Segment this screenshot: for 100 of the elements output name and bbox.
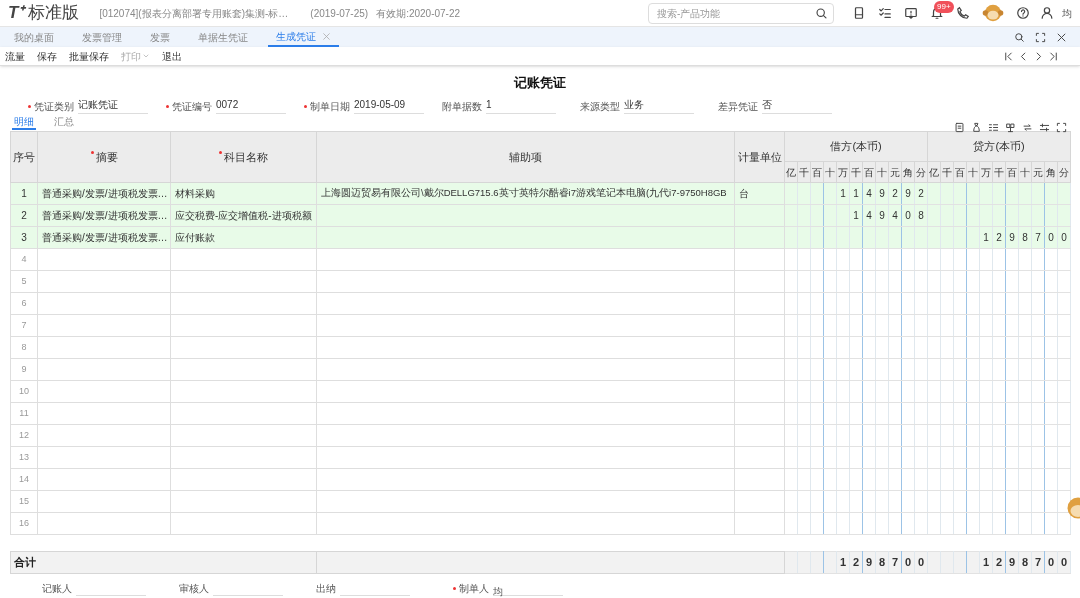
- row-number: 3: [10, 226, 38, 249]
- close-icon[interactable]: [1056, 31, 1067, 43]
- search-icon[interactable]: [1014, 31, 1025, 43]
- amount-digit: 7: [1031, 226, 1045, 249]
- amount-digit: 1: [979, 226, 993, 249]
- amount-digit: 1: [979, 551, 993, 574]
- total-label: 合计: [10, 551, 317, 574]
- table-cell: 材料采购: [170, 182, 317, 205]
- row-number: 15: [10, 490, 38, 513]
- adjust-icon[interactable]: [1039, 121, 1050, 133]
- amount-digit: 7: [1031, 551, 1045, 574]
- help-icon[interactable]: [1016, 6, 1030, 20]
- tab[interactable]: 单据生凭证: [190, 27, 256, 47]
- notification-badge: 99+: [934, 1, 954, 13]
- column-header: 序号: [10, 131, 38, 183]
- monkey-avatar-icon[interactable]: [982, 2, 1004, 24]
- sub-tab[interactable]: 明细: [12, 114, 36, 130]
- tab[interactable]: 发票: [142, 27, 178, 47]
- table-cell: 应交税费-应交增值税-进项税额: [170, 204, 317, 227]
- tablet-icon[interactable]: [852, 6, 866, 20]
- amount-digit: 2: [992, 551, 1006, 574]
- row-number: 7: [10, 314, 38, 337]
- input-field[interactable]: 记账凭证: [78, 97, 148, 114]
- input-field[interactable]: 业务: [624, 97, 694, 114]
- table-cell: 应付账款: [170, 226, 317, 249]
- sub-tab[interactable]: 汇总: [52, 114, 76, 130]
- input-field[interactable]: 0072: [216, 97, 286, 114]
- column-header: 计量单位: [734, 131, 785, 183]
- amount-digit: 0: [1057, 551, 1071, 574]
- amount-digit: 4: [888, 204, 902, 227]
- toolbar-button[interactable]: 批量保存: [69, 48, 109, 64]
- logo: T⁺: [8, 2, 25, 25]
- digit-header: 分: [1057, 161, 1071, 183]
- digit-header: 百: [953, 161, 967, 183]
- tab[interactable]: 生成凭证: [268, 27, 339, 47]
- amount-digit: 1: [849, 182, 863, 205]
- row-number: 4: [10, 248, 38, 271]
- table-cell: 普通采购/发票/进项税发票…: [37, 182, 171, 205]
- amount-digit: 7: [888, 551, 902, 574]
- field-label: 来源类型: [580, 100, 620, 114]
- document-icon[interactable]: [954, 121, 965, 133]
- digit-header: 万: [836, 161, 850, 183]
- toolbar-button[interactable]: 流量: [5, 48, 25, 64]
- first-page-icon[interactable]: [1003, 50, 1014, 62]
- fullscreen-icon[interactable]: [1035, 31, 1046, 43]
- row-number: 16: [10, 512, 38, 535]
- swap-icon[interactable]: [1022, 121, 1033, 133]
- search-icon[interactable]: [815, 6, 828, 20]
- amount-digit: 9: [1005, 551, 1019, 574]
- toolbar-button[interactable]: 退出: [162, 48, 182, 64]
- field-label: 凭证类别: [28, 99, 74, 114]
- amount-digit: 8: [875, 551, 889, 574]
- table-cell: 台: [734, 182, 785, 205]
- account-date: (2019-07-25): [310, 6, 369, 21]
- digit-header: 十: [966, 161, 980, 183]
- row-number: 2: [10, 204, 38, 227]
- amount-digit: 0: [901, 204, 915, 227]
- money-bag-icon[interactable]: [971, 121, 982, 133]
- row-number: 11: [10, 402, 38, 425]
- digit-header: 万: [979, 161, 993, 183]
- edition-title: 标准版: [28, 2, 80, 25]
- user-name[interactable]: 均: [1062, 5, 1072, 21]
- row-number: 13: [10, 446, 38, 469]
- amount-digit: 9: [862, 551, 876, 574]
- amount-digit: 9: [875, 182, 889, 205]
- amount-digit: 2: [914, 182, 928, 205]
- signature-label: 记账人: [42, 582, 72, 596]
- phone-icon[interactable]: [956, 6, 970, 20]
- digit-header: 百: [1005, 161, 1019, 183]
- toolbar-button[interactable]: 保存: [37, 48, 57, 64]
- voucher-title: 记账凭证: [514, 73, 566, 92]
- digit-header: 亿: [927, 161, 941, 183]
- column-header: 科目名称: [170, 131, 317, 183]
- search-field[interactable]: 搜索-产品功能: [648, 2, 834, 24]
- amount-digit: 0: [914, 551, 928, 574]
- message-icon[interactable]: [904, 6, 918, 20]
- user-icon[interactable]: [1040, 6, 1054, 20]
- row-number: 8: [10, 336, 38, 359]
- input-field[interactable]: 否: [762, 97, 832, 114]
- list-icon[interactable]: [988, 121, 999, 133]
- amount-digit: 4: [862, 204, 876, 227]
- digit-header: 千: [849, 161, 863, 183]
- signature-field[interactable]: 均: [493, 584, 563, 596]
- digit-header: 角: [1044, 161, 1058, 183]
- column-header: 摘要: [37, 131, 171, 183]
- table-cell: 上海圆迈贸易有限公司\戴尔DELLG715.6英寸英特尔酷睿i7游戏笔记本电脑(九代i7-9750H8GB: [316, 182, 735, 205]
- digit-header: 千: [940, 161, 954, 183]
- last-page-icon[interactable]: [1048, 50, 1059, 62]
- amount-digit: 4: [862, 182, 876, 205]
- fullscreen-icon[interactable]: [1056, 121, 1067, 133]
- digit-header: 十: [875, 161, 889, 183]
- amount-digit: 2: [888, 182, 902, 205]
- input-field[interactable]: 2019-05-09: [354, 97, 424, 114]
- column-header: 贷方(本币): [927, 131, 1071, 162]
- checklist-icon[interactable]: [878, 6, 892, 20]
- digit-header: 千: [992, 161, 1006, 183]
- table-cell: 普通采购/发票/进项税发票…: [37, 204, 171, 227]
- grid-icon[interactable]: [1005, 121, 1016, 133]
- input-field[interactable]: 1: [486, 97, 556, 114]
- amount-digit: 9: [1005, 226, 1019, 249]
